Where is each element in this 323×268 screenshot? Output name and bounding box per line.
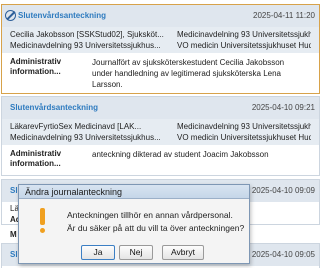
note-meta: LäkarevFyrtioSex Medicinavd [LAK... Medic… [2,119,319,145]
note-card[interactable]: Slutenvårdsanteckning 2025-04-11 11:20 C… [1,4,320,94]
dialog-message: Anteckningen tillhör en annan vårdperson… [67,210,245,233]
note-clinic: VO medicin Universitetssjukhuset Huddin.… [177,41,311,50]
note-header[interactable]: Slutenvårdsanteckning 2025-04-10 09:21 [2,97,319,119]
note-unit: Medicinavdelning 93 Universitetssjukhus.… [10,133,161,142]
note-author: Cecilia Jakobsson [SSKStud02], Sjuksköt.… [10,30,164,39]
note-author: LäkarevFyrtioSex Medicinavd [LAK... [10,122,142,131]
note-unit: Medicinavdelning 93 Universitetssjukhus.… [177,30,311,39]
note-title: Slutenvårdsanteckning [10,103,99,112]
note-section-label: M [10,230,17,239]
note-text: anteckning dikterad av student Joacim Ja… [92,150,269,159]
confirm-dialog: Ändra journalanteckning Anteckningen til… [18,184,250,264]
cancel-button[interactable]: Avbryt [162,245,204,260]
cancel-icon [5,10,16,21]
note-body: Administrativ information... Journalfört… [2,53,319,94]
dialog-titlebar[interactable]: Ändra journalanteckning [19,185,249,199]
note-meta: Cecilia Jakobsson [SSKStud02], Sjuksköt.… [2,27,319,53]
note-title: Sl [10,186,18,195]
note-section-label: Administrativ information... [10,149,62,168]
note-date: 2025-04-10 09:05 [251,250,315,259]
warning-icon [39,208,46,234]
note-date: 2025-04-11 11:20 [253,11,315,20]
note-unit: Medicinavdelning 93 Universitetssjukhus.… [10,41,161,50]
note-section-label: Administrativ information... [10,57,62,76]
no-button[interactable]: Nej [119,245,153,260]
note-text: Journalfört av sjuksköterskestudent Ceci… [92,58,285,89]
note-unit: Medicinavdelning 93 Universitetssjukhus.… [177,122,311,131]
note-clinic: VO medicin Universitetssjukhuset Huddin.… [177,133,311,142]
note-title: Sl [10,250,18,259]
note-date: 2025-04-10 09:21 [251,103,315,112]
note-title: Slutenvårdsanteckning [18,11,107,20]
yes-button[interactable]: Ja [81,245,115,260]
note-header[interactable]: Slutenvårdsanteckning 2025-04-11 11:20 [2,5,319,27]
note-body: Administrativ information... anteckning … [2,145,319,168]
dialog-title: Ändra journalanteckning [25,187,123,197]
note-date: 2025-04-10 09:09 [251,186,315,195]
note-card[interactable]: Slutenvårdsanteckning 2025-04-10 09:21 L… [1,96,320,176]
